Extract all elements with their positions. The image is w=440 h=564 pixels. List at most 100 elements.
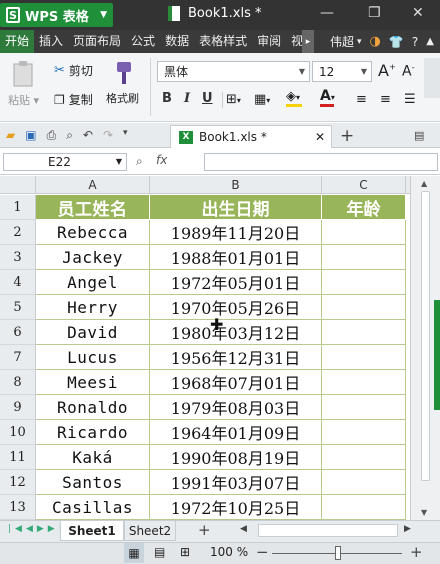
save-icon[interactable]: ▣ [25,128,36,143]
side-panel-handle[interactable] [434,300,440,410]
tab-list-icon[interactable]: ▤ [414,129,424,142]
copy-button[interactable]: ❐ 复制 [54,91,93,108]
redo-icon[interactable]: ↷ [103,128,113,143]
scroll-right-icon[interactable]: ▶ [404,524,411,534]
menu-data[interactable]: 数据 [160,30,194,53]
print-preview-icon[interactable]: ⌕ [66,128,73,143]
menu-review[interactable]: 审阅 [252,30,286,53]
collapse-ribbon-icon[interactable]: ▲ [426,36,434,47]
cell-name[interactable]: Angel [36,270,150,295]
header-cell-date[interactable]: 出生日期 [150,195,322,220]
document-tab[interactable]: X Book1.xls * ✕ [170,125,332,148]
name-box[interactable]: E22 ▼ [3,153,127,171]
cell-style-icon[interactable]: ▦▾ [254,92,270,107]
column-header-c[interactable]: C [322,176,406,194]
cell-name[interactable]: Herry [36,295,150,320]
cell-age[interactable] [322,395,406,420]
row-header[interactable]: 3 [0,245,36,270]
row-header[interactable]: 7 [0,345,36,370]
shirt-icon[interactable]: 👕 [389,35,404,49]
undo-icon[interactable]: ↶ [83,128,93,143]
vertical-scroll-thumb[interactable] [421,191,430,481]
wps-menu-button[interactable]: S WPS 表格 ▼ [0,3,113,27]
row-header[interactable]: 13 [0,495,36,520]
help-icon[interactable]: ? [412,35,418,49]
cell-date[interactable]: 1989年11月20日 [150,220,322,245]
menu-table-style[interactable]: 表格样式 [194,30,252,53]
cut-button[interactable]: ✂ 剪切 [54,62,93,79]
font-name-select[interactable]: 黑体 ▼ [157,61,310,82]
zoom-in-icon[interactable]: + [410,543,423,561]
cell-name[interactable]: David [36,320,150,345]
cell-name[interactable]: Casillas [36,495,150,520]
header-cell-age[interactable]: 年龄 [322,195,406,220]
zoom-level[interactable]: 100 % [210,545,248,559]
column-header-a[interactable]: A [36,176,150,194]
cell-age[interactable] [322,295,406,320]
cell-date[interactable]: 1972年10月25日 [150,495,322,520]
font-color-button[interactable]: A▾ [320,88,335,107]
scroll-up-icon[interactable]: ▲ [421,179,427,188]
shrink-font-button[interactable]: A- [402,63,414,80]
select-all-corner[interactable] [0,176,36,194]
scroll-left-icon[interactable]: ◀ [240,524,247,534]
align-middle-icon[interactable]: ≡ [380,92,391,107]
font-size-select[interactable]: 12 ▼ [312,61,372,82]
insert-function-button[interactable]: fx [156,153,167,167]
spreadsheet-grid[interactable]: A B C 1 员工姓名 出生日期 年龄 2 Rebecca 1989年11月20日 3 Jac… [0,176,410,520]
row-header[interactable]: 10 [0,420,36,445]
bold-button[interactable]: B [162,91,172,106]
cell-age[interactable] [322,245,406,270]
cell-age[interactable] [322,420,406,445]
cell-date[interactable]: 1980年03月12日 [150,320,322,345]
row-header[interactable]: 1 [0,195,36,220]
cell-date[interactable]: 1968年07月01日 [150,370,322,395]
ribbon-scroll[interactable] [424,58,440,98]
align-top-icon[interactable]: ≡ [356,92,367,107]
cell-date[interactable]: 1972年05月01日 [150,270,322,295]
cell-date[interactable]: 1988年01月01日 [150,245,322,270]
cell-name[interactable]: Meesi [36,370,150,395]
row-header[interactable]: 2 [0,220,36,245]
normal-view-icon[interactable]: ▦ [124,543,144,563]
row-header[interactable]: 8 [0,370,36,395]
skin-icon[interactable]: ◑ [370,34,381,49]
page-layout-view-icon[interactable]: ▤ [154,545,165,559]
new-tab-icon[interactable]: + [340,126,354,146]
borders-icon[interactable]: ⊞▾ [226,92,241,107]
close-icon[interactable]: ✕ [412,5,424,21]
open-folder-icon[interactable]: ▰ [6,128,15,143]
fill-color-button[interactable]: ◈▾ [286,89,302,107]
paste-button[interactable]: 粘贴 ▾ [8,60,39,108]
cell-date[interactable]: 1970年05月26日 [150,295,322,320]
scroll-down-icon[interactable]: ▼ [421,508,427,517]
sheet-tab-1[interactable]: Sheet1 [60,521,124,541]
cell-date[interactable]: 1964年01月09日 [150,420,322,445]
column-header-b[interactable]: B [150,176,322,194]
close-tab-icon[interactable]: ✕ [315,130,325,144]
user-name[interactable]: 伟超 [330,33,354,50]
customize-toolbar-icon[interactable]: ▾ [123,128,128,143]
cell-name[interactable]: Ricardo [36,420,150,445]
cell-name[interactable]: Jackey [36,245,150,270]
zoom-out-icon[interactable]: − [256,543,269,561]
menu-page-layout[interactable]: 页面布局 [68,30,126,53]
cell-name[interactable]: Lucus [36,345,150,370]
cell-date[interactable]: 1990年08月19日 [150,445,322,470]
add-sheet-button[interactable]: + [198,521,211,539]
cell-age[interactable] [322,370,406,395]
row-header[interactable]: 9 [0,395,36,420]
row-header[interactable]: 11 [0,445,36,470]
header-cell-name[interactable]: 员工姓名 [36,195,150,220]
cell-age[interactable] [322,470,406,495]
menu-formulas[interactable]: 公式 [126,30,160,53]
cell-name[interactable]: Rebecca [36,220,150,245]
row-header[interactable]: 5 [0,295,36,320]
italic-button[interactable]: I [184,91,190,106]
cell-age[interactable] [322,445,406,470]
cell-name[interactable]: Ronaldo [36,395,150,420]
cell-date[interactable]: 1979年08月03日 [150,395,322,420]
menu-scroll-right-icon[interactable]: ▸ [302,30,314,53]
maximize-icon[interactable]: ❐ [368,5,381,21]
cell-age[interactable] [322,220,406,245]
